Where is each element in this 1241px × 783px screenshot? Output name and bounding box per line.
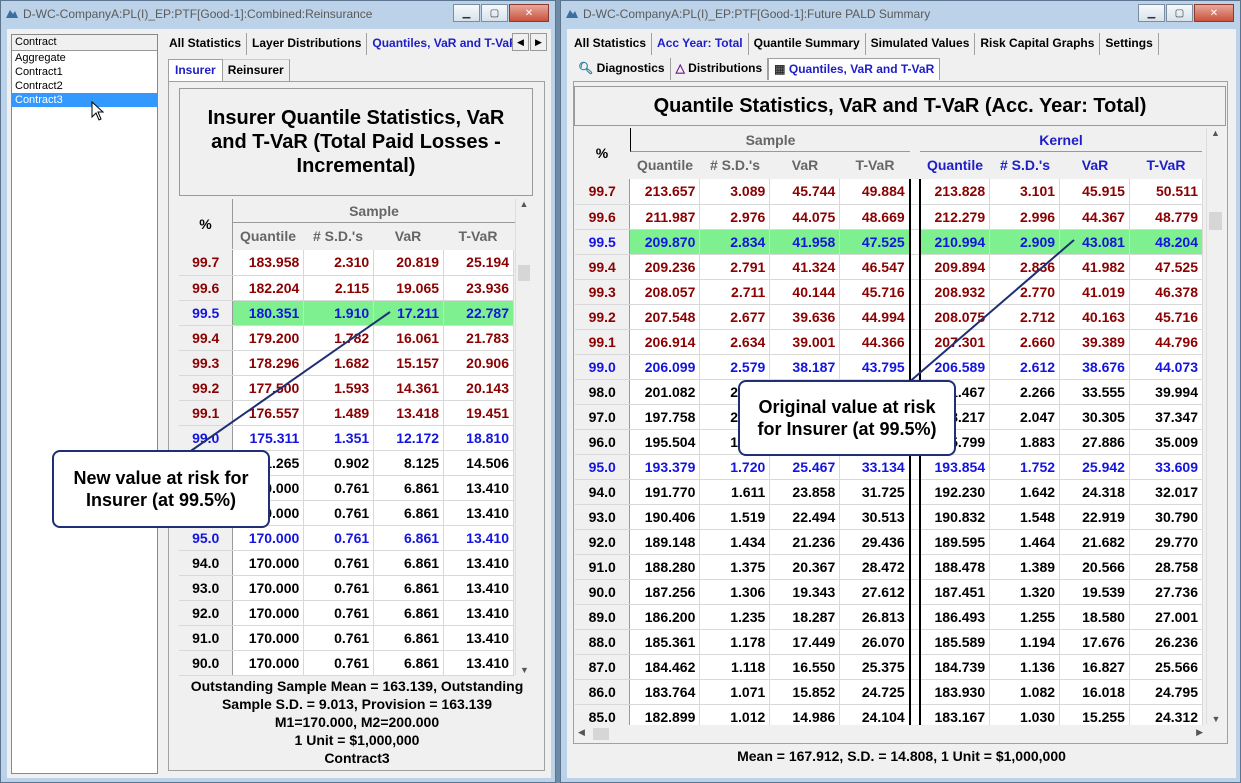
right-callout-pointer xyxy=(899,239,1075,391)
left-callout: New value at risk for Insurer (at 99.5%) xyxy=(52,450,270,528)
left-callout-pointer xyxy=(184,311,391,456)
callout-pointers xyxy=(184,239,1075,456)
right-callout: Original value at risk for Insurer (at 9… xyxy=(738,380,956,456)
